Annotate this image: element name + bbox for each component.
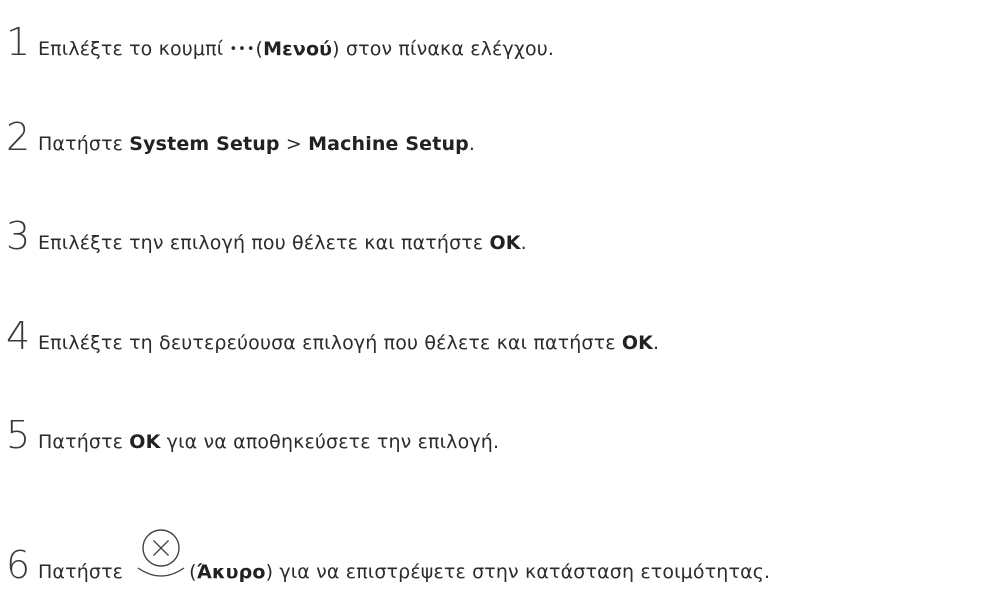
- ok-label: OK: [489, 232, 521, 254]
- cancel-label: Άκυρο: [196, 561, 266, 583]
- step-text-suffix: ) στον πίνακα ελέγχου.: [332, 38, 555, 60]
- step-2: 2 Πατήστε System Setup > Machine Setup.: [6, 115, 475, 159]
- step-text-prefix: Πατήστε: [38, 133, 130, 155]
- path-separator: >: [279, 133, 309, 155]
- step-5: 5 Πατήστε OK για να αποθηκεύσετε την επι…: [6, 413, 499, 457]
- step-4: 4 Επιλέξτε τη δευτερεύουσα επιλογή που θ…: [6, 314, 659, 358]
- step-text-prefix: Επιλέξτε το κουμπί: [38, 38, 230, 60]
- paren-open: (: [189, 561, 197, 583]
- step-number: 2: [6, 115, 31, 159]
- menu-dots-icon: •••: [229, 42, 256, 57]
- menu-label: Μενού: [263, 38, 333, 60]
- step-text: Πατήστε System Setup > Machine Setup.: [38, 133, 475, 155]
- step-text: Επιλέξτε τη δευτερεύουσα επιλογή που θέλ…: [38, 332, 659, 354]
- step-1: 1 Επιλέξτε το κουμπί •••(Μενού) στον πίν…: [6, 20, 554, 64]
- ok-label: OK: [621, 332, 653, 354]
- step-number: 1: [6, 20, 31, 64]
- system-setup-label: System Setup: [129, 133, 280, 155]
- step-text: Επιλέξτε το κουμπί •••(Μενού) στον πίνακ…: [38, 38, 554, 60]
- step-number: 5: [6, 413, 31, 457]
- step-text-suffix: ) για να επιστρέψετε στην κατάσταση ετοι…: [265, 561, 771, 583]
- step-text-prefix: Επιλέξτε τη δευτερεύουσα επιλογή που θέλ…: [38, 332, 622, 354]
- cancel-icon: [135, 524, 187, 584]
- step-text-suffix: .: [653, 332, 660, 354]
- step-3: 3 Επιλέξτε την επιλογή που θέλετε και πα…: [6, 214, 527, 258]
- step-text-suffix: για να αποθηκεύσετε την επιλογή.: [160, 431, 500, 453]
- step-number: 4: [6, 314, 31, 358]
- step-text-prefix: Επιλέξτε την επιλογή που θέλετε και πατή…: [38, 232, 490, 254]
- machine-setup-label: Machine Setup: [308, 133, 469, 155]
- step-text-prefix: Πατήστε: [38, 561, 124, 583]
- ok-label: OK: [129, 431, 161, 453]
- step-text: Πατήστε (Άκυρο) για να επιστρέψετε στην …: [38, 518, 770, 583]
- step-number: 6: [6, 543, 31, 587]
- step-text: Επιλέξτε την επιλογή που θέλετε και πατή…: [38, 232, 527, 254]
- step-6: 6 Πατήστε (Άκυρο) για να επιστρέψετε στη…: [6, 518, 770, 587]
- paren-open: (: [255, 38, 264, 60]
- step-number: 3: [6, 214, 31, 258]
- step-text-suffix: .: [520, 232, 527, 254]
- step-text-prefix: Πατήστε: [38, 431, 130, 453]
- step-text: Πατήστε OK για να αποθηκεύσετε την επιλο…: [38, 431, 499, 453]
- step-text-suffix: .: [468, 133, 476, 155]
